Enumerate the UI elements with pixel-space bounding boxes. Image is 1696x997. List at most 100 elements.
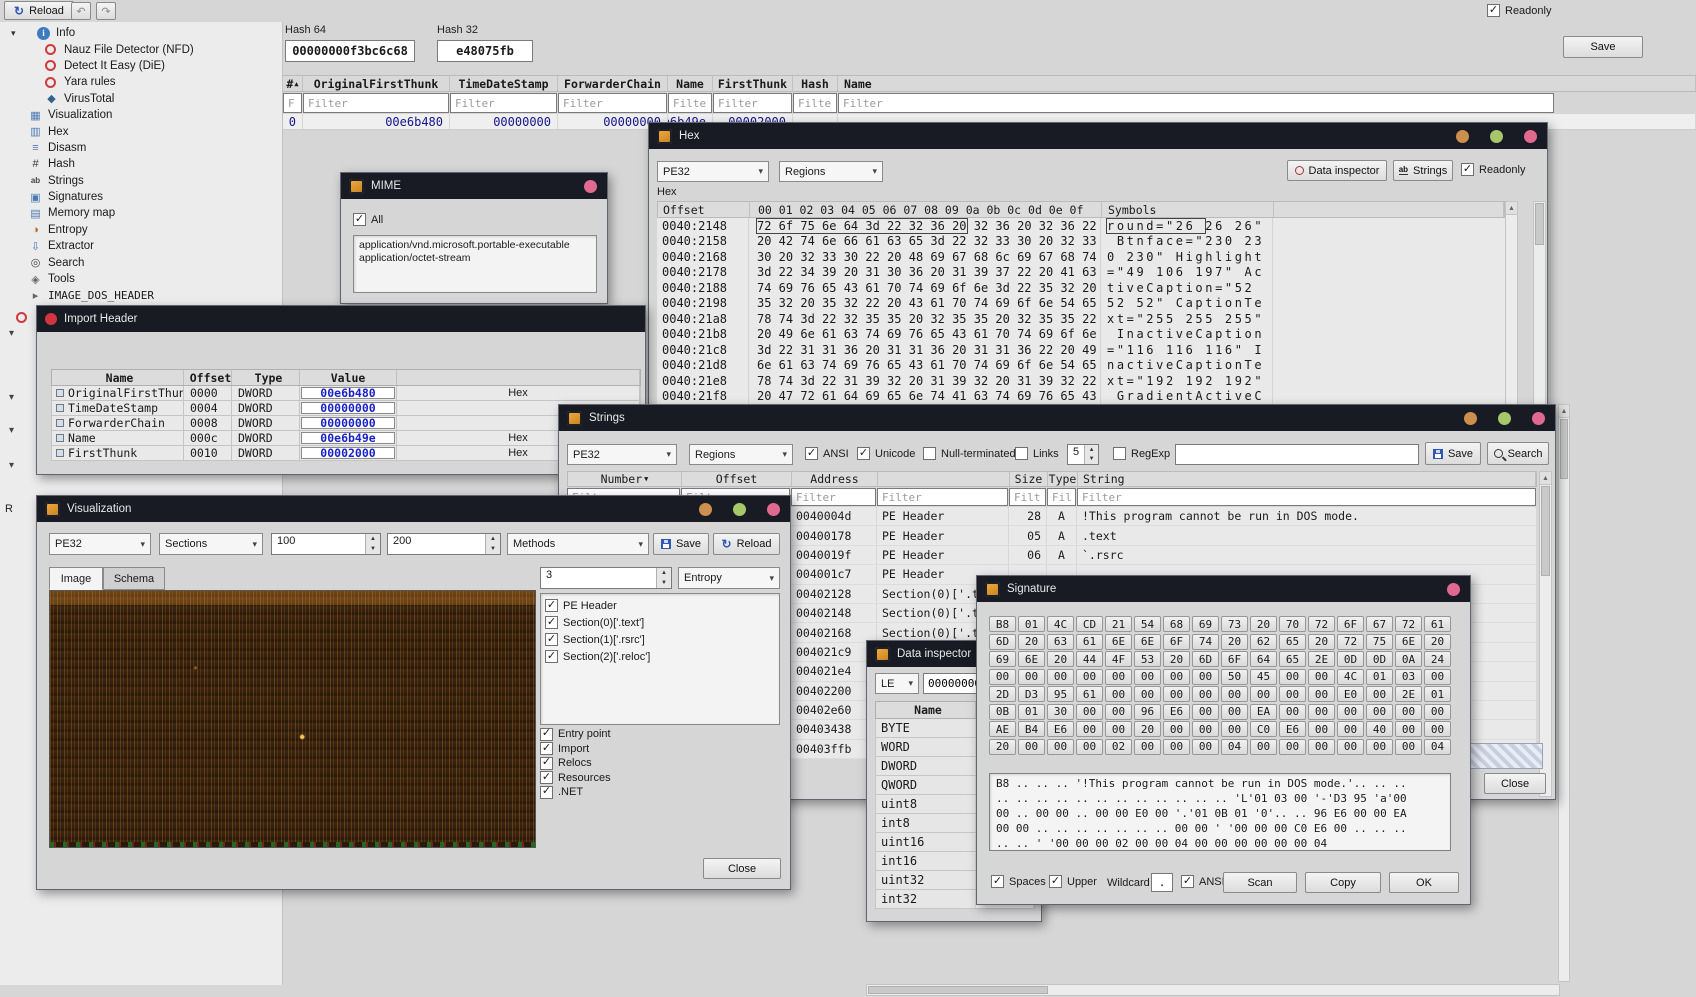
byte-cell[interactable]: B4 — [1018, 721, 1045, 737]
expand-arrow-icon[interactable]: ▾ — [11, 28, 16, 39]
checkbox-box[interactable] — [545, 633, 558, 646]
byte-cell[interactable]: 2E — [1308, 651, 1335, 667]
save-button[interactable]: Save — [653, 533, 709, 555]
strings-titlebar[interactable]: Strings — [559, 405, 1555, 431]
checkbox-box[interactable] — [545, 616, 558, 629]
sidebar-item[interactable]: # Hash — [0, 156, 282, 172]
byte-cell[interactable]: 00 — [1279, 704, 1306, 720]
byte-cell[interactable]: CD — [1076, 616, 1103, 632]
filter-input-num[interactable] — [283, 93, 302, 113]
value-input[interactable]: 00002000 — [301, 447, 395, 459]
tree-partial-icon[interactable] — [16, 312, 27, 323]
byte-cell[interactable]: 00 — [1105, 686, 1132, 702]
byte-cell[interactable]: 4C — [1337, 669, 1364, 685]
byte-cell[interactable]: 00 — [1308, 669, 1335, 685]
byte-cell[interactable]: 6F — [1221, 651, 1248, 667]
column-header-originalfirstthunk[interactable]: OriginalFirstThunk — [303, 76, 450, 91]
byte-cell[interactable]: 00 — [1279, 686, 1306, 702]
sidebar-item[interactable]: ▣ Signatures — [0, 189, 282, 205]
byte-cell[interactable]: 95 — [1047, 686, 1074, 702]
column-header-forwarderchain[interactable]: ForwarderChain — [558, 76, 668, 91]
close-dot-button[interactable] — [1447, 583, 1460, 596]
stepper-down-icon[interactable]: ▼ — [366, 544, 380, 554]
save-button[interactable]: Save — [1425, 442, 1481, 465]
close-button[interactable]: Close — [703, 858, 781, 879]
methods-select[interactable]: Methods — [507, 533, 649, 555]
byte-cell[interactable]: 00 — [1308, 686, 1335, 702]
entropy-select[interactable]: Entropy — [678, 567, 780, 589]
sidebar-item[interactable]: ▦ Visualization — [0, 107, 282, 123]
byte-cell[interactable]: 44 — [1076, 651, 1103, 667]
hex-row[interactable]: 0040:2188 74 69 76 65 43 61 70 74 69 6f … — [657, 280, 1505, 296]
visualization-titlebar[interactable]: Visualization — [37, 496, 790, 522]
type-header[interactable]: Type — [232, 370, 300, 385]
stepper-down-icon[interactable]: ▼ — [486, 544, 500, 554]
byte-cell[interactable]: 40 — [1366, 721, 1393, 737]
visualization-image[interactable] — [49, 590, 536, 848]
byte-cell[interactable]: AE — [989, 721, 1016, 737]
sidebar-item[interactable]: ◆ VirusTotal — [0, 91, 282, 107]
byte-cell[interactable]: 00 — [1337, 704, 1364, 720]
byte-cell[interactable]: 00 — [1047, 669, 1074, 685]
byte-cell[interactable]: 00 — [1395, 721, 1422, 737]
data-inspector-button[interactable]: Data inspector — [1287, 160, 1387, 181]
byte-cell[interactable]: 00 — [1192, 686, 1219, 702]
hex-row[interactable]: 0040:2178 3d 22 34 39 20 31 30 36 20 31 … — [657, 265, 1505, 281]
tree-partial-icon[interactable]: ▾ — [9, 460, 14, 471]
regexp-checkbox[interactable]: RegExp — [1113, 447, 1170, 460]
byte-cell[interactable]: 2E — [1395, 686, 1422, 702]
byte-cell[interactable]: 68 — [1163, 616, 1190, 632]
byte-cell[interactable]: 00 — [989, 669, 1016, 685]
hex-row[interactable]: 0040:2168 30 20 32 33 30 22 20 48 69 67 … — [657, 249, 1505, 265]
shade-dot-button[interactable] — [1490, 130, 1503, 143]
block-count-stepper[interactable]: 3 ▲▼ — [540, 567, 672, 589]
byte-cell[interactable]: 04 — [1221, 739, 1248, 755]
byte-cell[interactable]: 00 — [1105, 721, 1132, 737]
byte-cell[interactable]: 00 — [1221, 704, 1248, 720]
value-input[interactable]: 00e6b49e — [301, 432, 395, 444]
null-terminated-checkbox[interactable]: Null-terminated — [923, 447, 1016, 460]
byte-cell[interactable]: 00 — [1308, 739, 1335, 755]
column-header-name[interactable]: Name — [668, 76, 713, 91]
name-header[interactable]: Name — [52, 370, 184, 385]
offset-header[interactable]: Offset — [184, 370, 232, 385]
filter-input-type[interactable] — [1047, 488, 1076, 506]
checkbox-box[interactable] — [540, 728, 553, 741]
width-stepper[interactable]: 100 ▲▼ — [271, 533, 381, 555]
close-dot-button[interactable] — [1532, 412, 1545, 425]
byte-cell[interactable]: 00 — [1076, 704, 1103, 720]
scan-button[interactable]: Scan — [1223, 872, 1297, 893]
byte-cell[interactable]: 6F — [1337, 616, 1364, 632]
byte-cell[interactable]: 00 — [1395, 704, 1422, 720]
marker-list-item[interactable]: Relocs — [540, 756, 780, 771]
string-header[interactable]: String — [1078, 472, 1536, 486]
filter-input-timedatestamp[interactable] — [450, 93, 557, 113]
byte-cell[interactable]: 20 — [1308, 634, 1335, 650]
hex-row[interactable]: 0040:21b8 20 49 6e 61 63 74 69 76 65 43 … — [657, 327, 1505, 343]
close-dot-button[interactable] — [767, 503, 780, 516]
byte-cell[interactable]: 20 — [1250, 616, 1277, 632]
column-header-name2[interactable]: Name — [838, 76, 1696, 91]
marker-list-item[interactable]: Entry point — [540, 727, 780, 742]
checkbox-box[interactable] — [545, 599, 558, 612]
byte-cell[interactable]: 0A — [1395, 651, 1422, 667]
sidebar-item[interactable]: Yara rules — [0, 74, 282, 90]
checkbox-box[interactable] — [545, 650, 558, 663]
byte-cell[interactable]: E6 — [1279, 721, 1306, 737]
bytes-header[interactable]: 00 01 02 03 04 05 06 07 08 09 0a 0b 0c 0… — [750, 202, 1102, 217]
byte-cell[interactable]: 00 — [1308, 704, 1335, 720]
column-header-timedatestamp[interactable]: TimeDateStamp — [450, 76, 558, 91]
filter-input-size[interactable] — [1009, 488, 1046, 506]
depth-stepper[interactable]: 5 ▲▼ — [1067, 444, 1099, 465]
back-button[interactable]: ↶ — [71, 2, 91, 20]
tab-image[interactable]: Image — [49, 567, 103, 590]
byte-cell[interactable]: 70 — [1279, 616, 1306, 632]
region-list-item[interactable]: Section(1)['.rsrc'] — [541, 631, 779, 648]
hex-titlebar[interactable]: Hex — [649, 123, 1547, 149]
scrollbar-thumb[interactable] — [1541, 486, 1550, 576]
main-vertical-scrollbar[interactable]: ▲ — [1558, 404, 1570, 982]
byte-cell[interactable]: 6E — [1018, 651, 1045, 667]
tree-partial-icon[interactable]: ▾ — [9, 425, 14, 436]
byte-cell[interactable]: 96 — [1134, 704, 1161, 720]
byte-cell[interactable]: 20 — [1424, 634, 1451, 650]
